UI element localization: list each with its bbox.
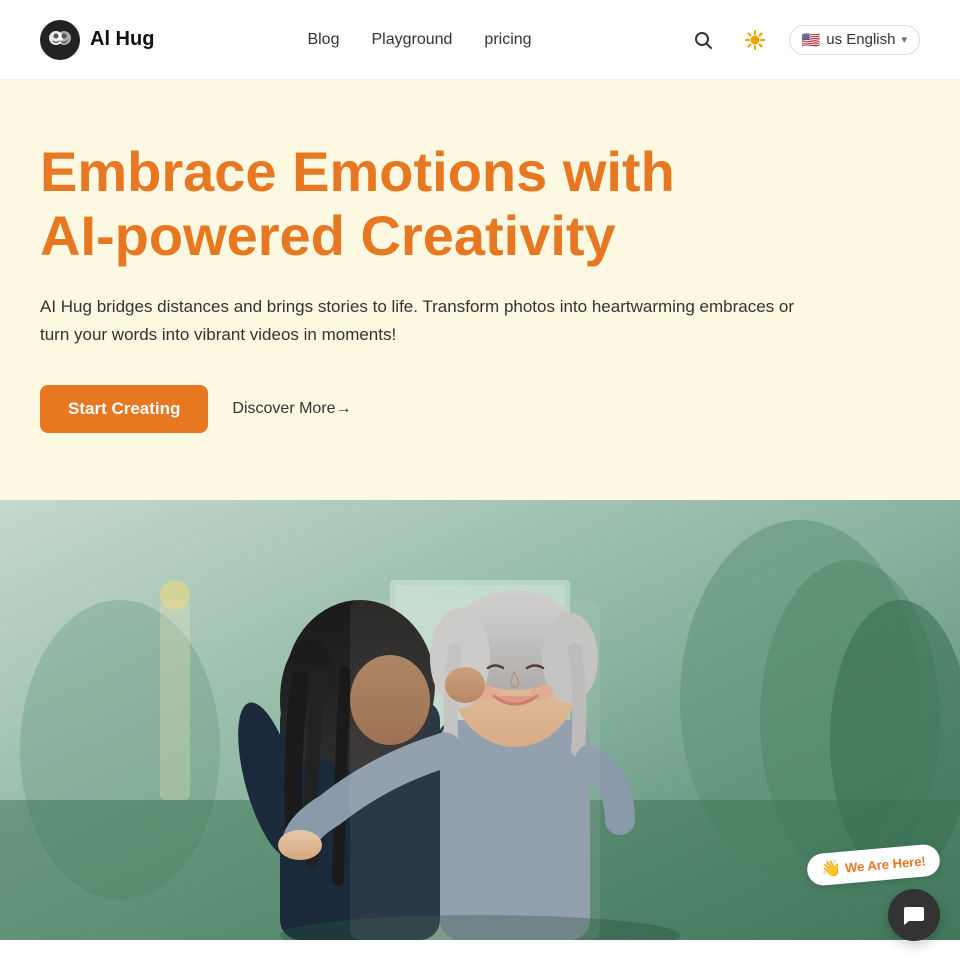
hero-title: Embrace Emotions with AI-powered Creativ… <box>40 140 740 269</box>
navbar: Al Hug Blog Playground pricing <box>0 0 960 80</box>
nav-links: Blog Playground pricing <box>307 31 531 49</box>
chat-widget: 👋 We Are Here! <box>807 849 940 941</box>
hero-section: Embrace Emotions with AI-powered Creativ… <box>0 80 960 500</box>
chevron-down-icon: ▾ <box>901 33 907 46</box>
theme-toggle-icon[interactable] <box>737 22 773 58</box>
nav-actions: 🇺🇸 us English ▾ <box>685 22 920 58</box>
chat-badge-text: We Are Here! <box>845 853 927 875</box>
nav-link-pricing[interactable]: pricing <box>484 31 531 49</box>
chat-hand-icon: 👋 <box>820 858 842 880</box>
nav-link-blog[interactable]: Blog <box>307 31 339 49</box>
logo-text: Al Hug <box>90 28 154 51</box>
search-icon[interactable] <box>685 22 721 58</box>
hero-subtitle: AI Hug bridges distances and brings stor… <box>40 293 820 349</box>
logo-icon <box>40 20 80 60</box>
start-creating-button[interactable]: Start Creating <box>40 385 208 433</box>
discover-more-button[interactable]: Discover More→ <box>232 400 351 418</box>
logo[interactable]: Al Hug <box>40 20 154 60</box>
nav-link-playground[interactable]: Playground <box>371 31 452 49</box>
language-label: us English <box>826 31 895 48</box>
flag-icon: 🇺🇸 <box>802 31 821 49</box>
language-selector[interactable]: 🇺🇸 us English ▾ <box>789 25 920 55</box>
chat-open-button[interactable] <box>888 889 940 941</box>
hero-cta-group: Start Creating Discover More→ <box>40 385 920 433</box>
